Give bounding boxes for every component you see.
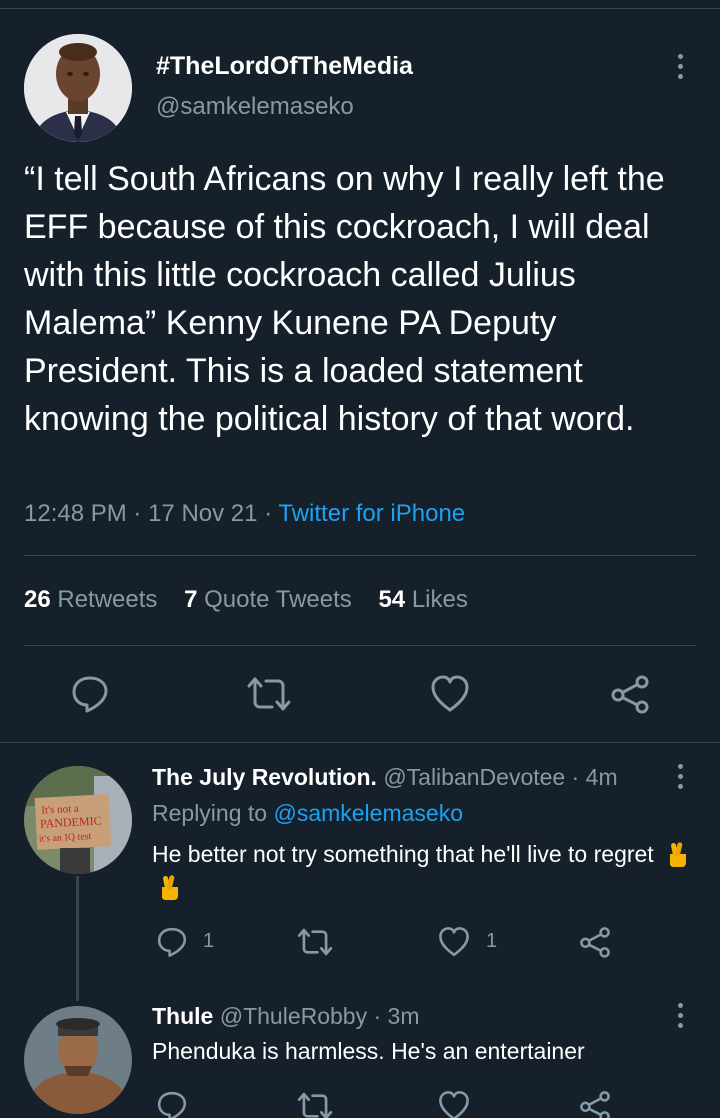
reply-avatar[interactable] [24, 1006, 132, 1114]
retweets-label: Retweets [57, 586, 158, 613]
likes-count: 54 [378, 586, 406, 613]
share-icon[interactable] [610, 674, 650, 719]
crossed-fingers-emoji [670, 842, 687, 867]
retweet-icon[interactable] [296, 926, 334, 963]
reply-icon[interactable] [156, 926, 188, 963]
reply-header: The July Revolution. @TalibanDevotee · 4… [152, 764, 618, 791]
like-count: 1 [486, 930, 498, 952]
replying-to-label: Replying to [152, 800, 268, 826]
reply-text-container: He better not try something that he'll l… [152, 838, 692, 904]
reply-text: Phenduka is harmless. He's an entertaine… [152, 1038, 585, 1064]
quotes-count: 7 [184, 586, 198, 613]
likes-stat[interactable]: 54 Likes [378, 586, 467, 613]
retweets-count: 26 [24, 586, 51, 613]
meta-separator: · [264, 500, 273, 527]
replying-to: Replying to @samkelemaseko [152, 800, 463, 827]
tweet-stats: 26 Retweets 7 Quote Tweets 54 Likes [24, 586, 488, 614]
quotes-label: Quote Tweets [204, 586, 352, 613]
tweet-date: 17 Nov 21 [148, 500, 258, 527]
retweet-icon[interactable] [245, 674, 293, 719]
likes-label: Likes [411, 586, 468, 613]
like-icon[interactable] [438, 926, 470, 963]
quote-tweets-stat[interactable]: 7 Quote Tweets [184, 586, 352, 613]
tweet-meta: 12:48 PM · 17 Nov 21 · Twitter for iPhon… [24, 500, 465, 528]
reply-count: 1 [203, 930, 215, 952]
author-display-name[interactable]: #TheLordOfTheMedia [156, 52, 413, 81]
share-icon[interactable] [579, 926, 611, 963]
share-icon[interactable] [579, 1090, 611, 1118]
retweet-icon[interactable] [296, 1090, 334, 1118]
top-divider [0, 8, 720, 9]
author-handle[interactable]: @samkelemaseko [156, 93, 354, 121]
reply-text: He better not try something that he'll l… [152, 841, 654, 867]
reply-time: · 4m [571, 764, 618, 790]
reply-header: Thule @ThuleRobby · 3m [152, 1003, 420, 1030]
like-icon[interactable] [430, 674, 470, 719]
tweet-source-link[interactable]: Twitter for iPhone [278, 500, 465, 527]
reply-avatar[interactable]: It's not a PANDEMIC it's an IQ test [24, 766, 132, 874]
more-icon[interactable] [668, 760, 692, 792]
retweets-stat[interactable]: 26 Retweets [24, 586, 157, 613]
reply-handle[interactable]: @ThuleRobby [220, 1003, 367, 1029]
divider [24, 555, 696, 556]
divider [24, 645, 696, 646]
thread-connector [76, 876, 79, 1001]
crossed-fingers-emoji [162, 875, 178, 900]
reply-display-name[interactable]: The July Revolution. [152, 764, 377, 790]
like-icon[interactable] [438, 1090, 470, 1118]
replying-to-mention[interactable]: @samkelemaseko [273, 800, 463, 826]
reply-icon[interactable] [156, 1090, 188, 1118]
more-icon[interactable] [664, 50, 696, 82]
tweet-text: “I tell South Africans on why I really l… [24, 160, 665, 438]
reply-time: · 3m [373, 1003, 420, 1029]
author-avatar[interactable] [24, 34, 132, 142]
meta-separator: · [133, 500, 142, 527]
more-icon[interactable] [668, 999, 692, 1031]
reply-display-name[interactable]: Thule [152, 1003, 213, 1029]
reply-handle[interactable]: @TalibanDevotee [383, 764, 565, 790]
reply-icon[interactable] [70, 674, 110, 719]
tweet-time: 12:48 PM [24, 500, 127, 527]
section-divider [0, 742, 720, 743]
